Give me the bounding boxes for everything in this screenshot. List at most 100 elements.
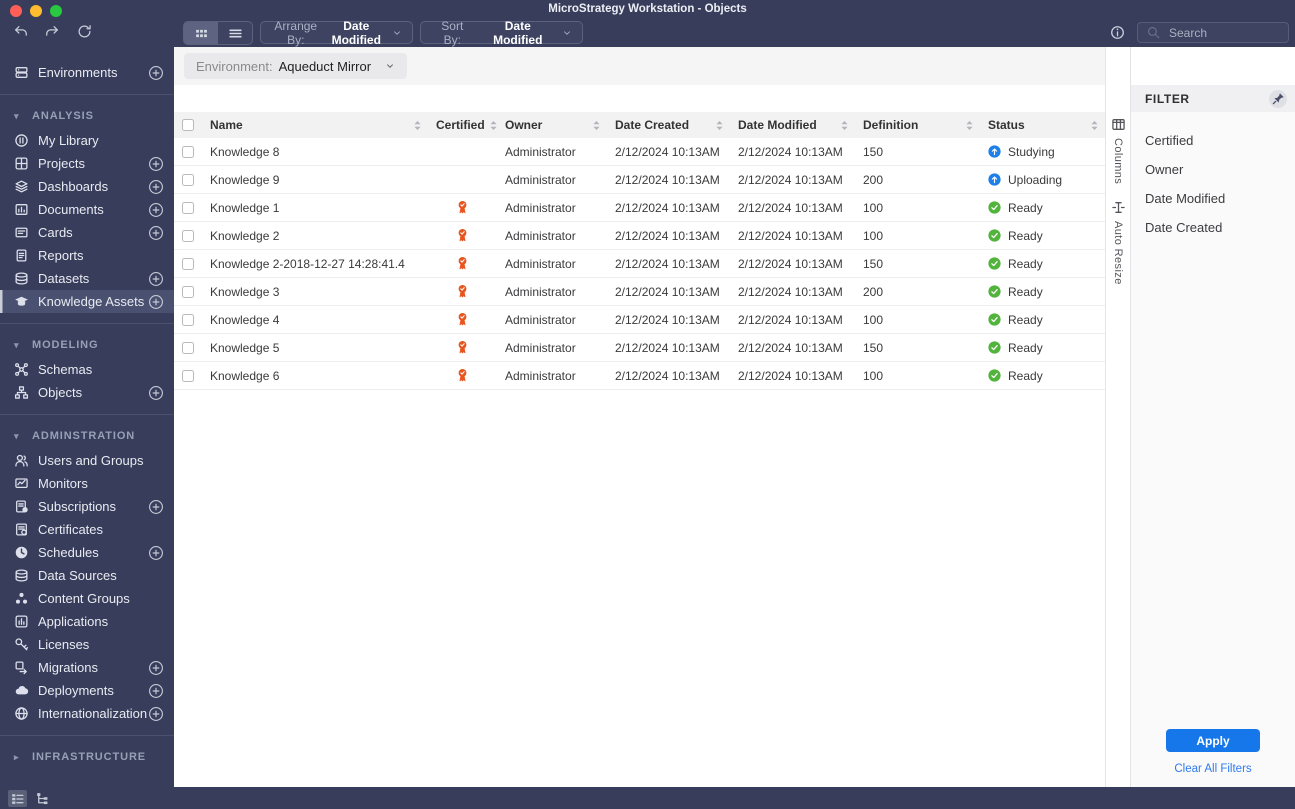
row-checkbox[interactable] xyxy=(182,341,194,354)
add-dashboards-button[interactable] xyxy=(148,179,164,195)
column-header-date-created[interactable]: Date Created xyxy=(607,112,730,138)
sidebar-item-monitors[interactable]: Monitors xyxy=(0,472,174,495)
sidebar-item-objects[interactable]: Objects xyxy=(0,381,174,404)
environment-dropdown[interactable]: Environment: Aqueduct Mirror xyxy=(184,53,408,79)
grid-view-button[interactable] xyxy=(184,22,218,44)
sidebar-section-analysis[interactable]: ▾ ANALYSIS xyxy=(0,105,174,127)
column-header-owner[interactable]: Owner xyxy=(497,112,607,138)
refresh-button[interactable] xyxy=(77,24,92,39)
cell-owner: Administrator xyxy=(505,368,576,383)
cell-status: Ready xyxy=(980,201,1105,215)
sidebar-section-modeling[interactable]: ▾ MODELING xyxy=(0,334,174,356)
add-knowledge-assets-button[interactable] xyxy=(148,294,164,310)
select-all-checkbox[interactable] xyxy=(182,119,194,131)
add-deployments-button[interactable] xyxy=(148,683,164,699)
sidebar-item-content-groups[interactable]: Content Groups xyxy=(0,587,174,610)
row-checkbox[interactable] xyxy=(182,173,194,186)
row-checkbox[interactable] xyxy=(182,257,194,270)
sidebar-item-reports[interactable]: Reports xyxy=(0,244,174,267)
filter-actions: Apply Clear All Filters xyxy=(1131,729,1295,787)
sidebar-item-applications[interactable]: Applications xyxy=(0,610,174,633)
add-schedules-button[interactable] xyxy=(148,545,164,561)
forward-button[interactable] xyxy=(45,24,60,39)
filter-item-date-created[interactable]: Date Created xyxy=(1131,213,1295,242)
table-row[interactable]: Knowledge 9 Administrator 2/12/2024 10:13A… xyxy=(174,166,1105,194)
sidebar-item-environments[interactable]: Environments xyxy=(0,61,174,84)
list-view-icon xyxy=(228,26,243,41)
sidebar-tree-view-button[interactable] xyxy=(33,790,52,807)
sort-by-value: Date Modified xyxy=(493,18,543,47)
sidebar-item-dashboards[interactable]: Dashboards xyxy=(0,175,174,198)
add-cards-button[interactable] xyxy=(148,225,164,241)
info-button[interactable] xyxy=(1110,25,1125,40)
table-row[interactable]: Knowledge 1 Administrator 2/12/2024 10:13A… xyxy=(174,194,1105,222)
sidebar-item-internationalization[interactable]: Internationalization xyxy=(0,702,174,725)
column-header-definition[interactable]: Definition xyxy=(855,112,980,138)
column-header-certified[interactable]: Certified xyxy=(428,112,497,138)
table-tools-rail: Columns Auto Resize xyxy=(1105,47,1130,787)
row-checkbox[interactable] xyxy=(182,369,194,382)
sidebar-item-licenses[interactable]: Licenses xyxy=(0,633,174,656)
cell-name: Knowledge 2-2018-12-27 14:28:41.4 xyxy=(210,256,405,271)
cell-date-created: 2/12/2024 10:13AM xyxy=(615,228,720,243)
sort-arrows-icon xyxy=(592,119,601,132)
column-header-date-modified[interactable]: Date Modified xyxy=(730,112,855,138)
sidebar-item-label: Licenses xyxy=(38,637,90,652)
row-checkbox[interactable] xyxy=(182,313,194,326)
add-internationalization-button[interactable] xyxy=(148,706,164,722)
add-datasets-button[interactable] xyxy=(148,271,164,287)
sidebar-item-cards[interactable]: Cards xyxy=(0,221,174,244)
sidebar-item-knowledge-assets[interactable]: Knowledge Assets xyxy=(0,290,174,313)
filter-item-certified[interactable]: Certified xyxy=(1131,126,1295,155)
arrange-by-dropdown[interactable]: Arrange By: Date Modified xyxy=(260,19,413,47)
filter-item-owner[interactable]: Owner xyxy=(1131,155,1295,184)
row-checkbox[interactable] xyxy=(182,201,194,214)
apply-button[interactable]: Apply xyxy=(1166,729,1260,752)
sort-by-dropdown[interactable]: Sort By: Date Modified xyxy=(420,18,583,47)
table-row[interactable]: Knowledge 3 Administrator 2/12/2024 10:13A… xyxy=(174,278,1105,306)
clear-all-filters-link[interactable]: Clear All Filters xyxy=(1174,763,1251,775)
sidebar-item-projects[interactable]: Projects xyxy=(0,152,174,175)
sidebar-section-infrastructure[interactable]: ▸ INFRASTRUCTURE xyxy=(0,746,174,768)
table-row[interactable]: Knowledge 2 Administrator 2/12/2024 10:13A… xyxy=(174,222,1105,250)
table-row[interactable]: Knowledge 5 Administrator 2/12/2024 10:13A… xyxy=(174,334,1105,362)
sidebar-item-deployments[interactable]: Deployments xyxy=(0,679,174,702)
table-row[interactable]: Knowledge 2-2018-12-27 14:28:41.4 Adminis… xyxy=(174,250,1105,278)
sidebar-item-users-and-groups[interactable]: Users and Groups xyxy=(0,449,174,472)
column-header-status[interactable]: Status xyxy=(980,112,1105,138)
sidebar-item-certificates[interactable]: Certificates xyxy=(0,518,174,541)
pin-filter-button[interactable] xyxy=(1269,89,1287,108)
sidebar-section-label: MODELING xyxy=(32,339,99,351)
table-row[interactable]: Knowledge 8 Administrator 2/12/2024 10:13A… xyxy=(174,138,1105,166)
sidebar-list-view-button[interactable] xyxy=(8,789,27,807)
sidebar-item-datasets[interactable]: Datasets xyxy=(0,267,174,290)
table-row[interactable]: Knowledge 4 Administrator 2/12/2024 10:13A… xyxy=(174,306,1105,334)
sidebar-item-migrations[interactable]: Migrations xyxy=(0,656,174,679)
columns-button[interactable]: Columns xyxy=(1111,117,1126,184)
row-checkbox[interactable] xyxy=(182,229,194,242)
sidebar-item-data-sources[interactable]: Data Sources xyxy=(0,564,174,587)
add-migrations-button[interactable] xyxy=(148,660,164,676)
sidebar-item-subscriptions[interactable]: Subscriptions xyxy=(0,495,174,518)
add-objects-button[interactable] xyxy=(148,385,164,401)
cell-date-created: 2/12/2024 10:13AM xyxy=(615,340,720,355)
sidebar-item-schedules[interactable]: Schedules xyxy=(0,541,174,564)
add-projects-button[interactable] xyxy=(148,156,164,172)
sidebar-item-documents[interactable]: Documents xyxy=(0,198,174,221)
sidebar-item-my-library[interactable]: My Library xyxy=(0,129,174,152)
sidebar-item-schemas[interactable]: Schemas xyxy=(0,358,174,381)
list-view-button[interactable] xyxy=(218,22,252,44)
back-button[interactable] xyxy=(13,24,28,39)
add-subscriptions-button[interactable] xyxy=(148,499,164,515)
table-row[interactable]: Knowledge 6 Administrator 2/12/2024 10:13A… xyxy=(174,362,1105,390)
row-checkbox[interactable] xyxy=(182,285,194,298)
filter-item-date-modified[interactable]: Date Modified xyxy=(1131,184,1295,213)
content-groups-icon xyxy=(14,591,29,606)
add-environments-button[interactable] xyxy=(148,65,164,81)
search-input[interactable] xyxy=(1167,24,1280,41)
auto-resize-button[interactable]: Auto Resize xyxy=(1111,200,1126,285)
sidebar-section-adminstration[interactable]: ▾ ADMINSTRATION xyxy=(0,425,174,447)
add-documents-button[interactable] xyxy=(148,202,164,218)
column-header-name[interactable]: Name xyxy=(202,112,428,138)
row-checkbox[interactable] xyxy=(182,145,194,158)
